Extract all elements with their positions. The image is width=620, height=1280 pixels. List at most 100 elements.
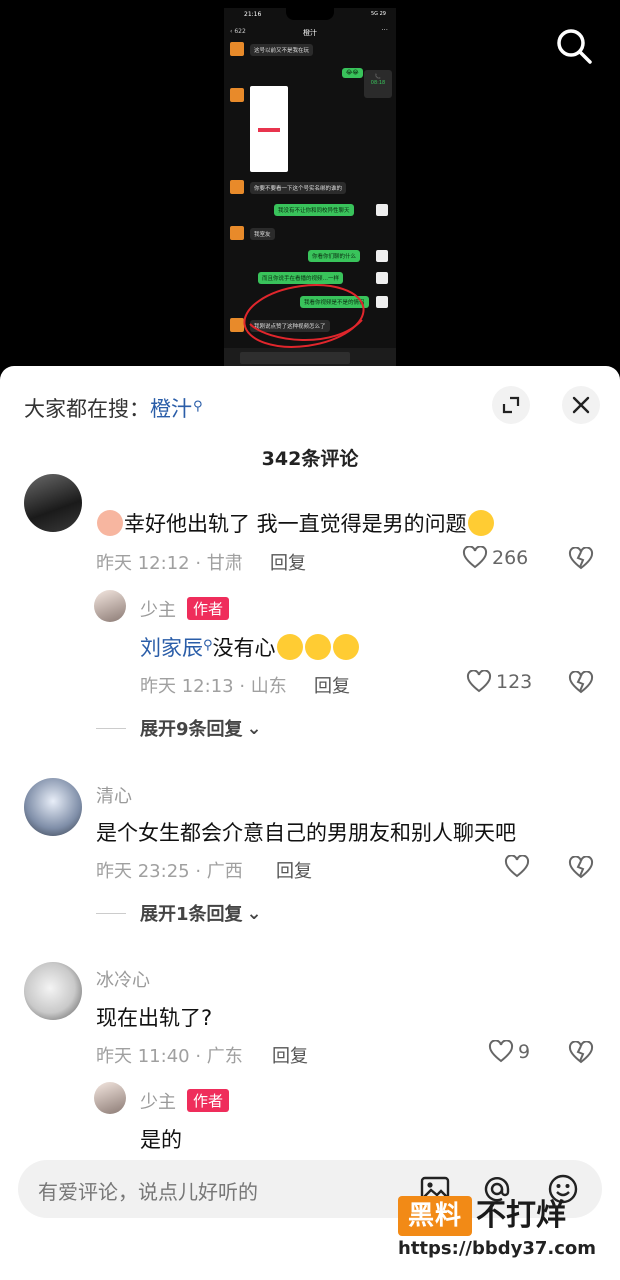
crying-emoji-icon [304, 634, 331, 660]
broken-heart-icon[interactable] [568, 547, 594, 571]
expand-replies[interactable]: 展开9条回复 ⌄ [96, 715, 262, 741]
chat-avatar-self [376, 272, 388, 284]
author-badge: 作者 [187, 597, 230, 620]
phone-notch [286, 8, 334, 20]
crying-emoji-icon [332, 634, 359, 660]
comment-time: 昨天 11:40 · 广东 [96, 1046, 243, 1067]
expand-replies-label: 展开9条回复 [140, 719, 243, 740]
chat-avatar-self [376, 250, 388, 262]
reply-button[interactable]: 回复 [276, 857, 312, 883]
broken-heart-icon[interactable] [568, 1041, 594, 1065]
username[interactable]: 少主 [140, 596, 176, 622]
chat-avatar-self [376, 296, 388, 308]
chat-bubble-in: 我室友 [250, 228, 275, 240]
search-icon: ⚲ [203, 638, 213, 653]
comment-sheet: 大家都在搜：橙汁⚲ 342条评论 幸好他出轨了 我一直觉得是男的问题 昨天 12… [0, 366, 620, 1280]
chevron-down-icon: ⌄ [246, 902, 262, 924]
expand-replies[interactable]: 展开1条回复 ⌄ [96, 900, 262, 926]
trending-term-link[interactable]: 橙汁⚲ [150, 397, 203, 421]
phone-time: 21:16 [244, 11, 262, 18]
phone-status-bar: 21:16 5G 29 [224, 8, 396, 22]
like-button[interactable]: 123 [466, 670, 532, 694]
chat-bubble-emoji: 😂😂 [342, 68, 363, 78]
author-badge: 作者 [187, 1089, 230, 1112]
pleading-emoji-icon [276, 634, 303, 660]
heart-icon [488, 1040, 514, 1063]
expand-icon [502, 396, 520, 414]
watermark-logo: 黑料 [398, 1196, 472, 1236]
chat-bubble-out: 你看你们聊的什么 [308, 250, 361, 262]
chat-bubble-in: 这号以前又不是我在玩 [250, 44, 314, 56]
avatar[interactable] [24, 778, 82, 836]
comment-time: 昨天 12:12 · 甘肃 [96, 553, 243, 574]
broken-heart-icon[interactable] [568, 671, 594, 695]
call-duration: 08:18 [370, 80, 386, 86]
chat-avatar [230, 42, 244, 56]
divider [96, 912, 126, 914]
chevron-down-icon: ⌄ [246, 717, 262, 739]
mention-link[interactable]: 刘家辰⚲ [140, 636, 213, 660]
avatar[interactable] [24, 474, 82, 532]
heart-icon [462, 546, 488, 569]
reply-button[interactable]: 回复 [272, 1042, 308, 1068]
expand-replies-label: 展开1条回复 [140, 904, 243, 925]
sheet-header: 大家都在搜：橙汁⚲ 342条评论 [0, 366, 620, 470]
chat-bubble-in: 你要不要看一下这个号实名绑的谁的 [250, 182, 347, 194]
mention-name: 刘家辰 [140, 636, 203, 660]
like-button[interactable]: 9 [488, 1040, 530, 1064]
comment-time: 昨天 23:25 · 广西 [96, 861, 243, 882]
like-count: 9 [518, 1041, 531, 1063]
chat-avatar [230, 180, 244, 194]
comment-text: 幸好他出轨了 我一直觉得是男的问题 [96, 508, 495, 538]
chat-screenshot: 21:16 5G 29 ‹ 622 橙汁 ··· 这号以前又不是我在玩 😂😂 📞… [224, 8, 396, 368]
chat-image [250, 86, 288, 172]
watermark-url: https://bbdy37.com [398, 1238, 597, 1259]
video-player[interactable]: 21:16 5G 29 ‹ 622 橙汁 ··· 这号以前又不是我在玩 😂😂 📞… [0, 0, 620, 380]
like-button[interactable] [504, 855, 534, 879]
expand-button[interactable] [492, 386, 530, 424]
divider [96, 727, 126, 729]
heart-icon [504, 855, 530, 878]
chat-title: 橙汁 [303, 29, 317, 37]
username[interactable]: 少主 [140, 1088, 176, 1114]
laugh-cry-emoji-icon [467, 510, 494, 536]
chat-bubble-out: 我没有不让你和同校异性聊天 [274, 204, 354, 216]
phone-signal: 5G [370, 11, 379, 17]
search-icon[interactable] [554, 26, 594, 66]
reply-button[interactable]: 回复 [314, 672, 350, 698]
comment-input[interactable]: 有爱评论，说点儿好听的 [38, 1176, 258, 1205]
comment-text: 现在出轨了? [96, 1006, 213, 1030]
chat-nav: ‹ 622 橙汁 ··· [224, 24, 396, 40]
call-record: 📞 08:18 [364, 70, 392, 98]
more-icon: ··· [381, 26, 388, 34]
comment-count: 342条评论 [261, 448, 359, 470]
trending-search[interactable]: 大家都在搜：橙汁⚲ [24, 393, 203, 423]
avatar[interactable] [94, 1082, 126, 1114]
like-count: 266 [492, 547, 529, 569]
trending-term: 橙汁 [150, 397, 192, 421]
trending-prefix: 大家都在搜： [24, 397, 150, 421]
reply-text-body: 没有心 [212, 636, 276, 660]
username[interactable]: 清心 [96, 782, 132, 808]
like-count: 123 [496, 671, 533, 693]
avatar[interactable] [24, 962, 82, 1020]
chat-avatar [230, 88, 244, 102]
reply-time: 昨天 12:13 · 山东 [140, 676, 287, 697]
username[interactable]: 冰冷心 [96, 966, 150, 992]
close-button[interactable] [562, 386, 600, 424]
phone-battery: 29 [379, 11, 386, 17]
search-icon: ⚲ [193, 399, 203, 414]
broken-heart-icon[interactable] [568, 856, 594, 880]
avatar[interactable] [94, 590, 126, 622]
phone-signal-group: 5G 29 [371, 11, 386, 17]
reply-button[interactable]: 回复 [270, 549, 306, 575]
comment-text: 是个女生都会介意自己的男朋友和别人聊天吧 [96, 821, 516, 845]
like-button[interactable]: 266 [462, 546, 528, 570]
watermark-text: 不打烊 [476, 1198, 566, 1233]
hug-emoji-icon [97, 510, 123, 536]
reply-text: 刘家辰⚲没有心 [140, 632, 360, 662]
chat-avatar-self [376, 204, 388, 216]
heart-icon [466, 670, 492, 693]
reply-text: 是的 [140, 1128, 182, 1152]
chat-avatar [230, 226, 244, 240]
